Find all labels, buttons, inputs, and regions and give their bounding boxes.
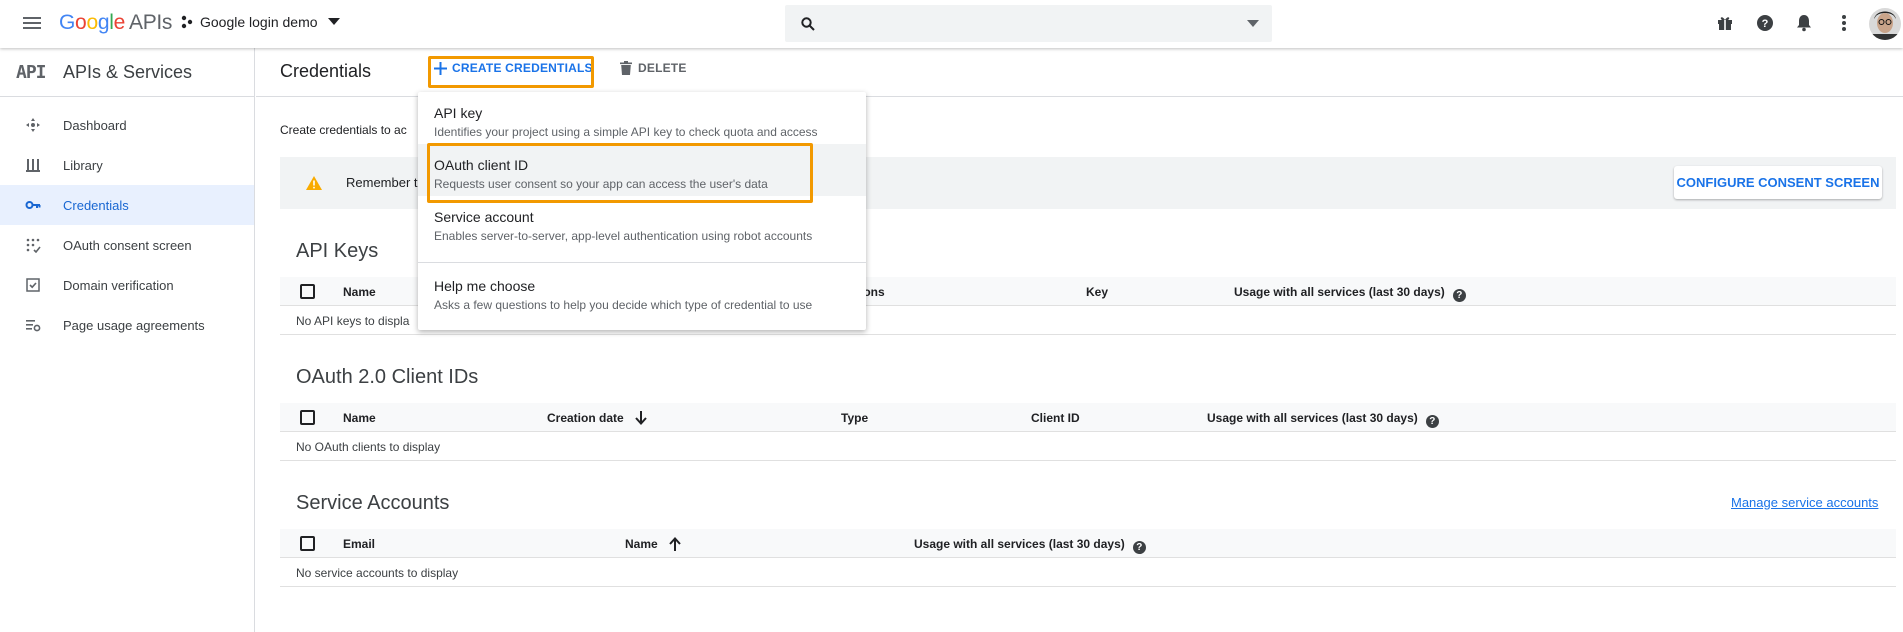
project-name: Google login demo xyxy=(200,14,318,30)
sidebar-item-label: Domain verification xyxy=(63,277,174,293)
sidebar-item-credentials[interactable]: Credentials xyxy=(0,185,254,225)
plus-icon xyxy=(434,62,447,75)
menu-icon[interactable] xyxy=(23,14,41,32)
menu-item-help-me-choose[interactable]: Help me choose Asks a few questions to h… xyxy=(418,264,866,320)
service-accounts-empty-row: No service accounts to display xyxy=(280,558,1896,587)
menu-item-service-account[interactable]: Service account Enables server-to-server… xyxy=(418,196,866,248)
library-icon xyxy=(26,159,40,172)
key-icon xyxy=(25,201,41,209)
dashboard-icon xyxy=(26,118,40,132)
arrow-down-icon xyxy=(635,411,647,425)
delete-label: DELETE xyxy=(638,61,687,75)
project-selector[interactable]: Google login demo xyxy=(180,14,340,30)
menu-item-title: OAuth client ID xyxy=(434,157,529,173)
sidebar-header: API APIs & Services xyxy=(0,48,254,97)
menu-item-api-key[interactable]: API key Identifies your project using a … xyxy=(418,92,866,144)
sidebar-title: APIs & Services xyxy=(63,62,193,82)
menu-item-desc: Identifies your project using a simple A… xyxy=(434,125,818,139)
menu-divider xyxy=(418,262,866,263)
arrow-up-icon xyxy=(669,537,681,551)
help-icon[interactable]: ? xyxy=(1756,14,1774,32)
service-accounts-title: Service Accounts xyxy=(296,492,450,514)
sidebar-item-label: Credentials xyxy=(63,197,129,213)
svg-text:?: ? xyxy=(1762,18,1769,30)
sidebar-item-library[interactable]: Library xyxy=(0,145,254,185)
google-apis-logo[interactable]: Google APIs xyxy=(59,11,172,35)
api-badge: API xyxy=(16,62,46,83)
oauth-clients-title: OAuth 2.0 Client IDs xyxy=(296,366,479,388)
select-all-checkbox[interactable] xyxy=(300,284,315,299)
gift-icon[interactable] xyxy=(1717,15,1733,31)
empty-message: No service accounts to display xyxy=(296,566,459,580)
menu-item-desc: Requests user consent so your app can ac… xyxy=(434,177,768,191)
col-name[interactable]: Name xyxy=(625,537,681,551)
col-key[interactable]: Key xyxy=(1086,285,1108,299)
sidebar-nav: API APIs & Services Dashboard Library Cr… xyxy=(0,48,255,632)
service-accounts-table-header: Email Name Usage with all services (last… xyxy=(280,529,1896,558)
col-name[interactable]: Name xyxy=(343,411,376,425)
checkbox-icon xyxy=(26,278,40,292)
caret-down-icon xyxy=(327,18,340,25)
select-all-checkbox[interactable] xyxy=(300,410,315,425)
trash-icon xyxy=(620,61,632,75)
notifications-icon[interactable] xyxy=(1796,14,1812,32)
consent-icon xyxy=(26,238,41,253)
col-usage: Usage with all services (last 30 days)? xyxy=(914,537,1146,554)
api-keys-title: API Keys xyxy=(296,240,379,262)
settings-list-icon xyxy=(26,320,41,332)
empty-message: No API keys to displa xyxy=(296,314,410,328)
sidebar-item-label: Dashboard xyxy=(63,117,127,133)
sidebar-item-label: Page usage agreements xyxy=(63,317,205,333)
col-creation-date[interactable]: Creation date xyxy=(547,411,647,425)
menu-item-desc: Asks a few questions to help you decide … xyxy=(434,298,813,312)
col-type[interactable]: Type xyxy=(841,411,868,425)
create-credentials-label: CREATE CREDENTIALS xyxy=(452,61,593,75)
oauth-empty-row: No OAuth clients to display xyxy=(280,432,1896,461)
sidebar-item-label: OAuth consent screen xyxy=(63,237,192,253)
sidebar-item-label: Library xyxy=(63,157,103,173)
warning-text: Remember t xyxy=(346,175,418,190)
search-dropdown-icon[interactable] xyxy=(1247,20,1259,28)
page-title: Credentials xyxy=(280,61,372,81)
col-client-id[interactable]: Client ID xyxy=(1031,411,1080,425)
col-usage: Usage with all services (last 30 days)? xyxy=(1207,411,1439,428)
more-vert-icon[interactable] xyxy=(1841,14,1847,32)
col-email[interactable]: Email xyxy=(343,537,375,551)
create-credentials-menu: API key Identifies your project using a … xyxy=(418,92,866,330)
intro-text: Create credentials to ac xyxy=(280,123,407,137)
sidebar-item-domain-verification[interactable]: Domain verification xyxy=(0,265,254,305)
sidebar-item-oauth-consent-screen[interactable]: OAuth consent screen xyxy=(0,225,254,265)
help-icon[interactable]: ? xyxy=(1132,541,1146,554)
avatar[interactable] xyxy=(1868,7,1902,41)
select-all-checkbox[interactable] xyxy=(300,536,315,551)
menu-item-title: API key xyxy=(434,105,483,121)
sidebar-item-dashboard[interactable]: Dashboard xyxy=(0,105,254,145)
help-icon[interactable]: ? xyxy=(1452,289,1466,302)
project-dots-icon xyxy=(181,15,193,29)
menu-item-desc: Enables server-to-server, app-level auth… xyxy=(434,229,813,243)
page-header: Credentials CREATE CREDENTIALS DELETE xyxy=(256,48,1903,97)
menu-item-oauth-client-id[interactable]: OAuth client ID Requests user consent so… xyxy=(418,144,866,196)
menu-item-title: Service account xyxy=(434,209,534,225)
top-app-bar: Google APIs Google login demo ? xyxy=(0,0,1903,48)
sidebar-item-page-usage-agreements[interactable]: Page usage agreements xyxy=(0,305,254,345)
delete-button[interactable]: DELETE xyxy=(618,56,698,82)
configure-consent-screen-button[interactable]: CONFIGURE CONSENT SCREEN xyxy=(1674,166,1882,199)
search-bar[interactable] xyxy=(785,5,1272,42)
col-usage: Usage with all services (last 30 days)? xyxy=(1234,285,1466,302)
oauth-table-header: Name Creation date Type Client ID Usage … xyxy=(280,403,1896,432)
help-icon[interactable]: ? xyxy=(1425,415,1439,428)
menu-item-title: Help me choose xyxy=(434,278,536,294)
search-input[interactable] xyxy=(825,13,1215,33)
col-name[interactable]: Name xyxy=(343,285,376,299)
configure-consent-label: CONFIGURE CONSENT SCREEN xyxy=(1676,175,1880,190)
warning-icon xyxy=(306,176,322,190)
manage-service-accounts-link[interactable]: Manage service accounts xyxy=(1731,495,1878,510)
empty-message: No OAuth clients to display xyxy=(296,440,441,454)
search-icon xyxy=(801,17,815,31)
create-credentials-button[interactable]: CREATE CREDENTIALS xyxy=(430,56,593,82)
